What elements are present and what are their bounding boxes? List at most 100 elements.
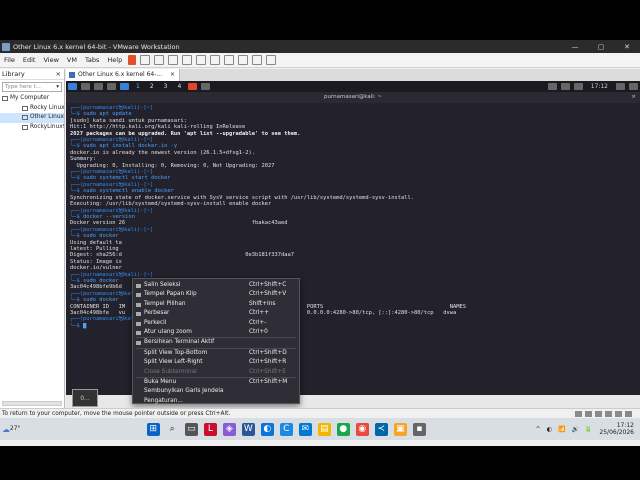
library-item-label: Rocky Linux [30,104,64,111]
tray-overflow-icon[interactable]: ^ [536,426,541,433]
context-menu-item[interactable]: Perbesar Ctrl++ [133,309,299,318]
show-desktop-icon[interactable] [81,83,90,90]
task-view-icon[interactable]: ▭ [184,422,198,436]
power-icon[interactable] [629,83,638,90]
library-item-my-computer[interactable]: My Computer [0,94,64,104]
edge-icon[interactable]: ◐ [260,422,274,436]
chrome-icon[interactable]: ◉ [355,422,369,436]
terminal-icon[interactable] [107,83,116,90]
window-titlebar[interactable]: Other Linux 6.x kernel 64-bit - VMware W… [0,40,640,53]
copilot-icon[interactable]: ◈ [222,422,236,436]
kali-menu-icon[interactable] [68,83,77,90]
app-c-icon[interactable]: C [279,422,293,436]
computer-icon [2,96,8,102]
vm-tab[interactable]: Other Linux 6.x kernel 64-... × [66,69,181,81]
terminal-text: [sudo] kata sandi untuk purnamasari: [70,117,187,124]
context-menu-item[interactable]: Perkecil Ctrl+- [133,319,299,328]
workspace-1[interactable]: 1 [131,83,145,90]
screen: Other Linux 6.x kernel 64-bit - VMware W… [0,40,640,446]
terminal-titlebar[interactable]: purnamasari@kali: ~ × [66,92,640,103]
cdrom-icon[interactable] [585,411,592,417]
snapshot-revert-icon[interactable] [168,55,179,65]
chevron-down-icon[interactable]: ▾ [56,83,59,92]
context-menu-item[interactable]: Atur ulang zoom Ctrl+0 [133,328,299,337]
context-menu-item[interactable]: Salin Seleksi Ctrl+Shift+C [133,281,299,290]
maximize-button[interactable]: ▢ [588,43,614,51]
context-menu-item[interactable]: Bersihkan Terminal Aktif [133,338,299,347]
thumbnail-bar-icon[interactable] [210,55,221,65]
browser-icon[interactable] [120,83,129,90]
minimize-button[interactable]: — [562,43,588,51]
workspace-3[interactable]: 3 [159,83,173,90]
menu-view[interactable]: View [39,56,62,64]
library-toggle-icon[interactable] [196,55,207,65]
mail-icon[interactable]: ✉ [298,422,312,436]
library-item-other-linux[interactable]: Other Linux [0,113,64,123]
menu-help[interactable]: Help [103,56,126,64]
open-window-icon[interactable] [201,83,211,90]
menu-item-label: Tempel Pilihan [144,300,186,307]
pause-icon[interactable] [128,55,137,65]
context-menu-item[interactable]: Pengaturan... [133,397,299,406]
volume-icon[interactable] [560,83,570,90]
file-explorer-icon[interactable]: ▤ [317,422,331,436]
workspace-2[interactable]: 2 [145,83,159,90]
network-icon[interactable] [595,411,602,417]
snapshot-manager-icon[interactable] [182,55,193,65]
workspace-4[interactable]: 4 [172,83,186,90]
taskbar-clock[interactable]: 17:12 25/06/2026 [599,422,634,436]
vscode-icon[interactable]: ≺ [374,422,388,436]
menu-vm[interactable]: VM [63,56,81,64]
search-icon[interactable]: ⌕ [166,423,179,436]
context-menu-item[interactable]: Split View Top-Bottom Ctrl+Shift+D [133,349,299,358]
context-menu-item[interactable]: Split View Left-Right Ctrl+Shift+R [133,358,299,367]
vmware-taskbar-icon[interactable]: ▣ [393,422,407,436]
terminal-close-icon[interactable]: × [631,92,636,103]
weather-widget[interactable]: 27° [0,425,40,434]
hdd-icon[interactable] [575,411,582,417]
context-menu-item[interactable]: Buka Menu Ctrl+Shift+M [133,378,299,387]
speaker-icon[interactable]: 🔊 [571,426,578,433]
library-item-rockylinux9[interactable]: RockyLinux9 [0,123,64,133]
word-icon[interactable]: W [241,422,255,436]
menu-file[interactable]: File [0,56,19,64]
start-icon[interactable]: ⊞ [146,422,160,436]
app-l-icon[interactable]: L [203,422,217,436]
full-screen-icon[interactable] [224,55,235,65]
sound-icon[interactable] [615,411,622,417]
stretch-guest-icon[interactable] [266,55,277,65]
unity-icon[interactable] [238,55,249,65]
close-button[interactable]: ✕ [614,43,640,51]
context-menu: Salin Seleksi Ctrl+Shift+C Tempel Papan Kl… [132,278,300,404]
app-green-icon[interactable]: ● [336,422,350,436]
tray-app-icon[interactable]: ◐ [547,426,552,433]
vm-thumbnail[interactable]: 0... [72,389,98,407]
library-search-input[interactable]: Type here t... ▾ [2,82,62,92]
display-icon[interactable] [625,411,632,417]
menu-item-label: Sembunyikan Garis Jendela [144,388,224,395]
usb-icon[interactable] [605,411,612,417]
vm-tab-close-icon[interactable]: × [170,71,175,78]
context-menu-item[interactable]: Sembunyikan Garis Jendela [133,387,299,396]
lock-icon[interactable] [616,83,625,90]
battery-icon[interactable]: 🔋 [585,426,592,433]
menu-edit[interactable]: Edit [19,56,40,64]
library-search-placeholder: Type here t... [5,84,41,90]
library-scrollbar[interactable] [2,401,62,406]
firefox-icon[interactable] [188,83,198,90]
tray-icon[interactable] [547,83,557,90]
menu-tabs[interactable]: Tabs [81,56,103,64]
vm-tab-label: Other Linux 6.x kernel 64-... [78,71,163,78]
library-close-icon[interactable]: × [56,69,61,80]
context-menu-item[interactable]: Tempel Papan Klip Ctrl+Shift+V [133,290,299,299]
file-manager-icon[interactable] [94,83,103,90]
notification-icon[interactable] [573,83,583,90]
library-item-rocky-linux[interactable]: Rocky Linux [0,104,64,114]
taskbar-date: 25/06/2026 [599,429,634,436]
console-view-icon[interactable] [252,55,263,65]
context-menu-item[interactable]: Tempel Pilihan Shift+Ins [133,300,299,309]
snapshot-icon[interactable] [154,55,165,65]
send-ctrl-alt-del-icon[interactable] [140,55,151,65]
wifi-icon[interactable]: 📶 [558,426,565,433]
app-extra-icon[interactable]: ▪ [412,422,426,436]
